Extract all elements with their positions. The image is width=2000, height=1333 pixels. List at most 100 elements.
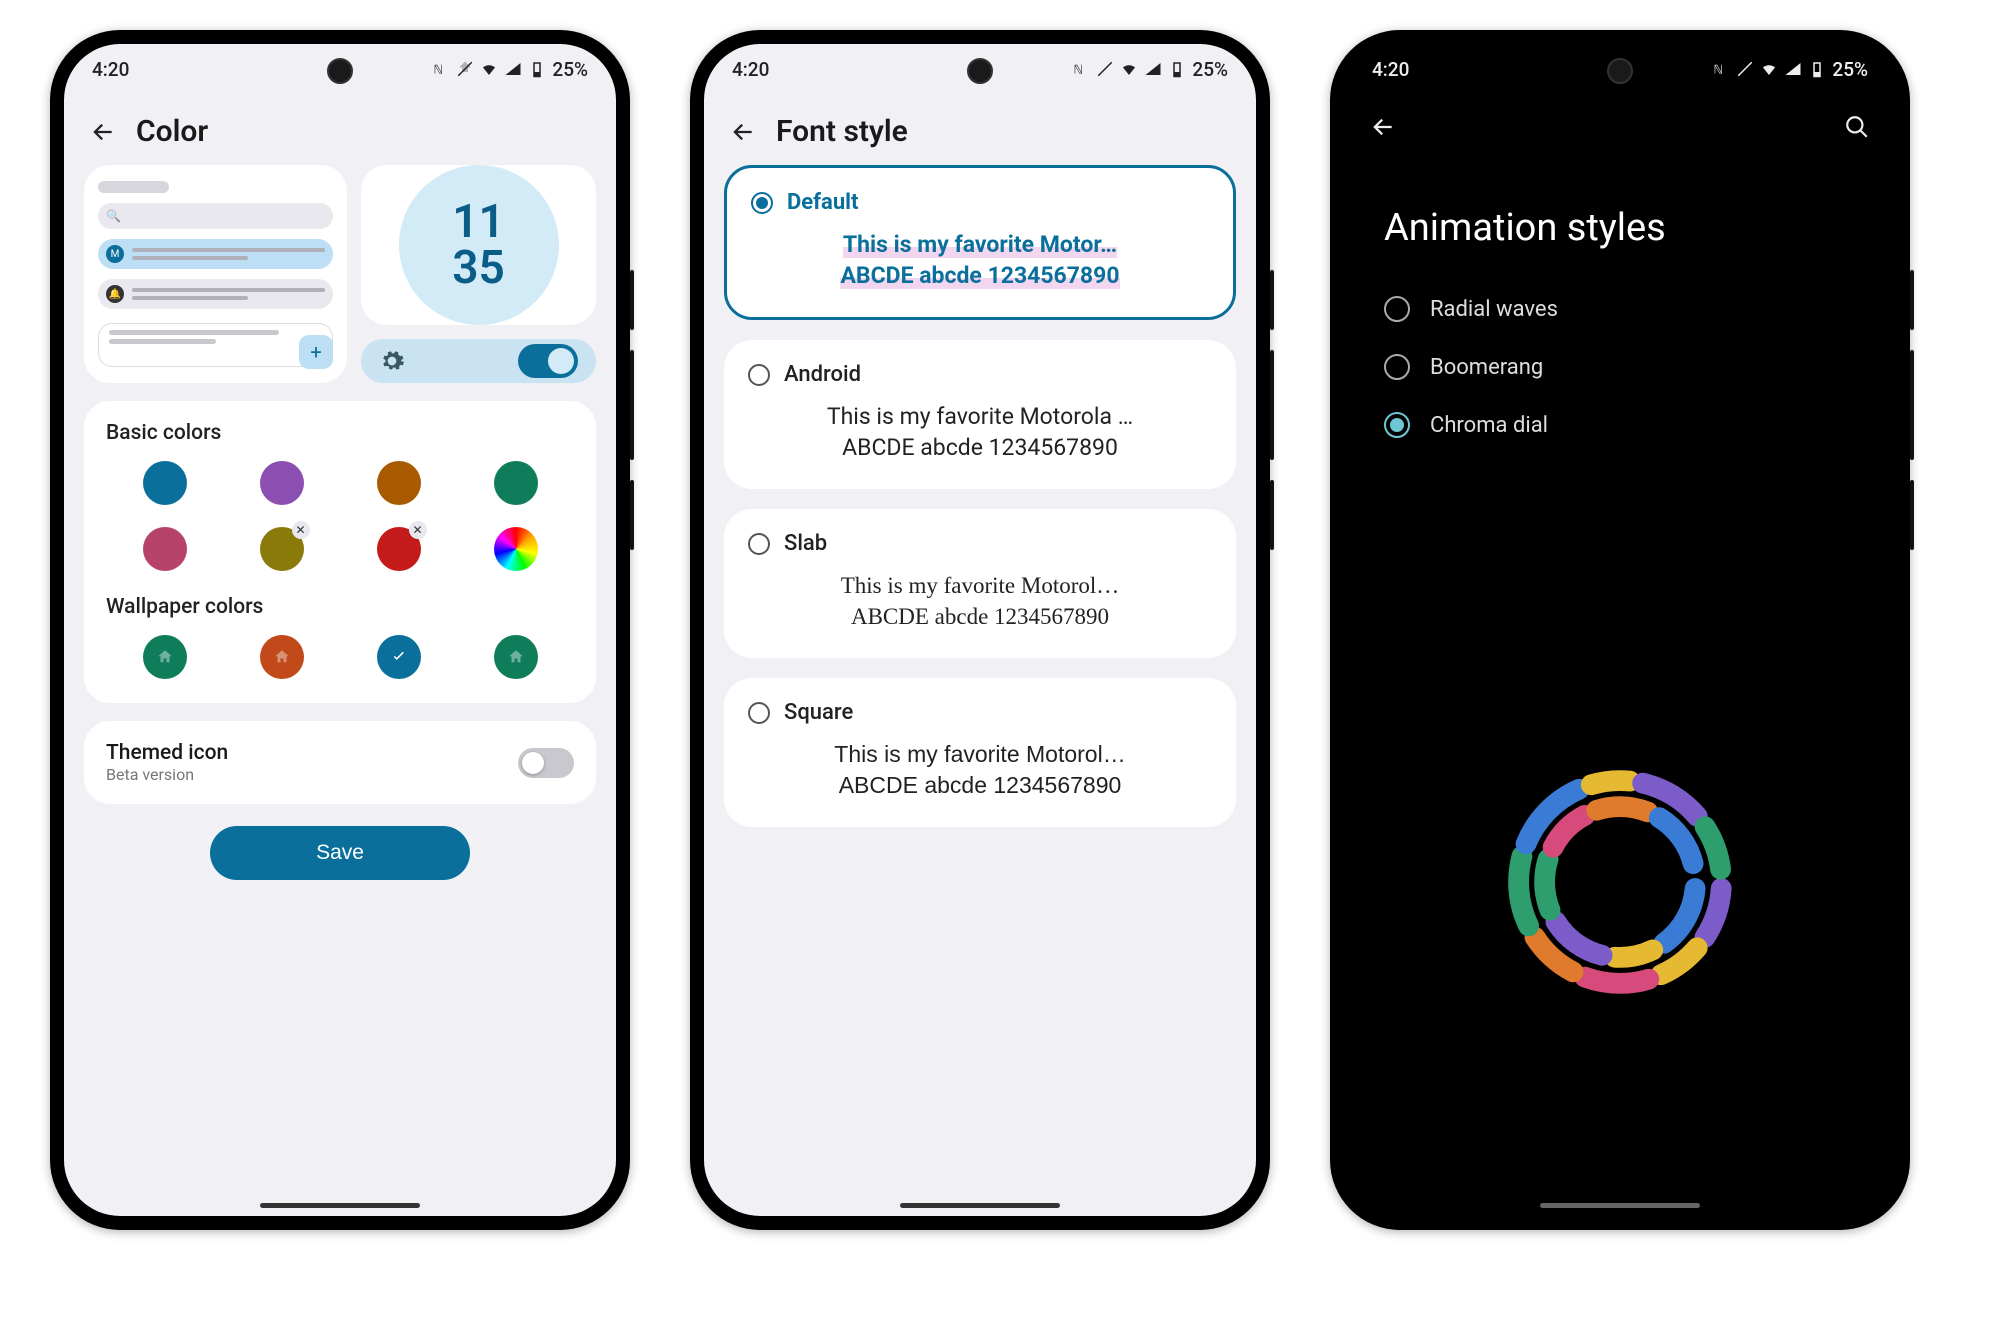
- wifi-icon: [1120, 60, 1138, 78]
- clock-min: 35: [452, 245, 505, 291]
- wifi-icon: [480, 60, 498, 78]
- nfc-icon: ℕ: [1712, 60, 1730, 78]
- color-swatch[interactable]: ✕: [377, 527, 421, 571]
- font-sample-line2: ABCDE abcde 1234567890: [842, 434, 1118, 461]
- mute-icon: [456, 60, 474, 78]
- color-swatch[interactable]: [143, 461, 187, 505]
- signal-icon: [1784, 60, 1802, 78]
- header: Color: [64, 94, 616, 165]
- font-option-android[interactable]: Android This is my favorite Motorola … A…: [724, 340, 1236, 489]
- svg-text:ℕ: ℕ: [1074, 63, 1084, 77]
- font-sample-line1: This is my favorite Motorol…: [834, 741, 1125, 767]
- nfc-icon: ℕ: [432, 60, 450, 78]
- nfc-icon: ℕ: [1072, 60, 1090, 78]
- themed-icon-card: Themed icon Beta version: [84, 721, 596, 804]
- animation-option[interactable]: Chroma dial: [1384, 396, 1856, 454]
- themed-icon-toggle[interactable]: [518, 748, 574, 778]
- page-title: Font style: [776, 114, 908, 149]
- font-sample-line1: This is my favorite Motorol…: [841, 573, 1120, 598]
- back-icon[interactable]: [1370, 114, 1396, 140]
- radio-icon: [1384, 354, 1410, 380]
- radio-icon: [751, 192, 773, 214]
- battery-pct: 25%: [1192, 58, 1228, 81]
- home-icon: [507, 648, 525, 666]
- remove-icon[interactable]: ✕: [292, 521, 310, 539]
- nav-handle[interactable]: [260, 1203, 420, 1208]
- gear-icon[interactable]: [379, 348, 405, 374]
- animation-label: Chroma dial: [1430, 413, 1548, 438]
- mute-icon: [1096, 60, 1114, 78]
- status-bar: 4:20 ℕ 25%: [704, 44, 1256, 94]
- check-icon: [390, 648, 408, 666]
- font-option-default[interactable]: Default This is my favorite Motor… ABCDE…: [724, 165, 1236, 320]
- clock-hour: 11: [452, 199, 505, 245]
- preview-notifications: M 🔔 +: [84, 165, 347, 383]
- mute-icon: [1736, 60, 1754, 78]
- page-title: Animation styles: [1384, 206, 1856, 250]
- page-title: Color: [136, 114, 208, 149]
- font-sample-line1: This is my favorite Motorola …: [827, 403, 1133, 430]
- wallpaper-swatch[interactable]: [494, 635, 538, 679]
- radio-icon: [748, 364, 770, 386]
- battery-icon: [1168, 60, 1186, 78]
- font-option-square[interactable]: Square This is my favorite Motorol… ABCD…: [724, 678, 1236, 827]
- wallpaper-swatch[interactable]: [143, 635, 187, 679]
- save-button[interactable]: Save: [210, 826, 470, 880]
- svg-text:ℕ: ℕ: [1714, 63, 1724, 77]
- signal-icon: [504, 60, 522, 78]
- color-swatch[interactable]: [494, 527, 538, 571]
- battery-pct: 25%: [1832, 58, 1868, 81]
- themed-icon-title: Themed icon: [106, 741, 228, 765]
- font-option-slab[interactable]: Slab This is my favorite Motorol… ABCDE …: [724, 509, 1236, 658]
- wallpaper-swatch[interactable]: [260, 635, 304, 679]
- back-icon[interactable]: [90, 119, 116, 145]
- color-swatch[interactable]: [260, 461, 304, 505]
- radio-icon: [748, 533, 770, 555]
- home-icon: [156, 648, 174, 666]
- preview-clock: 11 35: [361, 165, 596, 325]
- animation-option[interactable]: Boomerang: [1384, 338, 1856, 396]
- color-swatch[interactable]: [143, 527, 187, 571]
- radio-icon: [748, 702, 770, 724]
- search-icon[interactable]: [1844, 114, 1870, 140]
- remove-icon[interactable]: ✕: [409, 521, 427, 539]
- font-sample-line2: ABCDE abcde 1234567890: [851, 604, 1109, 629]
- preview-search: [98, 203, 333, 229]
- font-name: Slab: [784, 531, 827, 556]
- battery-pct: 25%: [552, 58, 588, 81]
- phone-animation: 4:20 ℕ 25% Animation styles Radial waves…: [1330, 30, 1910, 1230]
- nav-handle[interactable]: [900, 1203, 1060, 1208]
- font-sample-line1: This is my favorite Motor…: [843, 231, 1117, 258]
- add-icon[interactable]: +: [299, 335, 333, 369]
- home-icon: [273, 648, 291, 666]
- signal-icon: [1144, 60, 1162, 78]
- color-swatch[interactable]: [494, 461, 538, 505]
- themed-icon-subtitle: Beta version: [106, 765, 228, 784]
- header: [1344, 94, 1896, 156]
- svg-text:ℕ: ℕ: [434, 63, 444, 77]
- basic-colors-heading: Basic colors: [106, 421, 574, 445]
- color-swatch[interactable]: ✕: [260, 527, 304, 571]
- font-sample-line2: ABCDE abcde 1234567890: [839, 772, 1122, 798]
- battery-icon: [528, 60, 546, 78]
- phone-color: 4:20 ℕ 25% Color M 🔔: [50, 30, 630, 1230]
- clock-time: 4:20: [1372, 58, 1409, 81]
- clock-time: 4:20: [92, 58, 129, 81]
- phone-font: 4:20 ℕ 25% Font style Default This: [690, 30, 1270, 1230]
- animation-option[interactable]: Radial waves: [1384, 280, 1856, 338]
- wallpaper-swatch[interactable]: [377, 635, 421, 679]
- chroma-dial-preview: [1490, 752, 1750, 1016]
- color-swatch[interactable]: [377, 461, 421, 505]
- colors-card: Basic colors ✕✕ Wallpaper colors: [84, 401, 596, 703]
- nav-handle[interactable]: [1540, 1203, 1700, 1208]
- clock-time: 4:20: [732, 58, 769, 81]
- quick-settings-preview: [361, 339, 596, 383]
- animation-label: Radial waves: [1430, 297, 1558, 322]
- theme-toggle[interactable]: [518, 344, 578, 378]
- battery-icon: [1808, 60, 1826, 78]
- wifi-icon: [1760, 60, 1778, 78]
- back-icon[interactable]: [730, 119, 756, 145]
- radio-icon: [1384, 412, 1410, 438]
- font-name: Android: [784, 362, 861, 387]
- radio-icon: [1384, 296, 1410, 322]
